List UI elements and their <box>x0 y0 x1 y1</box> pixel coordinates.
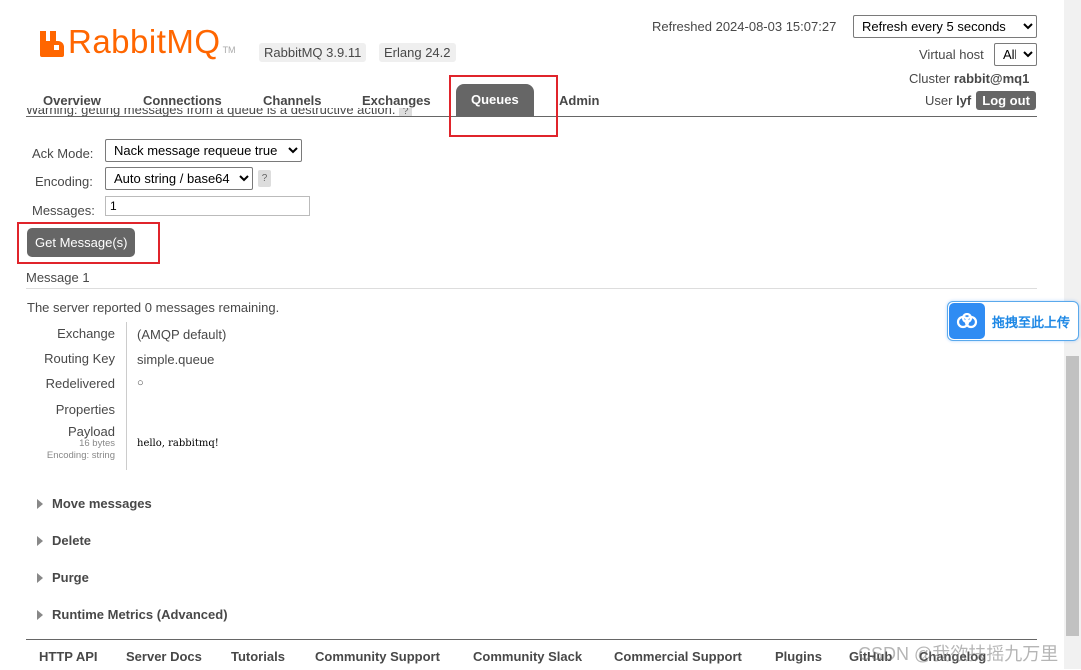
scrollbar-thumb[interactable] <box>1066 356 1079 636</box>
tab-overview[interactable]: Overview <box>43 93 101 108</box>
get-messages-highlight <box>17 222 160 264</box>
messages-label: Messages: <box>32 203 95 218</box>
virtual-host-label: Virtual host <box>919 47 984 62</box>
details-divider <box>126 322 127 470</box>
section-title: Move messages <box>52 496 152 511</box>
footer-link-commercial-support[interactable]: Commercial Support <box>614 649 742 664</box>
ack-mode-select[interactable]: Nack message requeue true <box>105 139 302 162</box>
routing-key-value: simple.queue <box>137 352 215 367</box>
server-report-prefix: The server reported <box>27 300 142 315</box>
exchange-label: Exchange <box>57 326 115 341</box>
expand-triangle-icon <box>37 498 43 509</box>
section-title: Runtime Metrics (Advanced) <box>52 607 228 622</box>
payload-encoding: Encoding: string <box>46 450 115 461</box>
footer-link-server-docs[interactable]: Server Docs <box>126 649 202 664</box>
message-heading: Message 1 <box>26 270 1037 289</box>
encoding-help-icon[interactable]: ? <box>258 170 271 187</box>
refresh-interval-select[interactable]: Refresh every 5 seconds <box>853 15 1037 38</box>
virtual-host-select[interactable]: All <box>994 43 1037 66</box>
footer-link-plugins[interactable]: Plugins <box>775 649 822 664</box>
properties-label: Properties <box>55 402 115 417</box>
encoding-select[interactable]: Auto string / base64 <box>105 167 253 190</box>
erlang-badge: Erlang 24.2 <box>379 43 456 62</box>
redelivered-label: Redelivered <box>45 376 115 391</box>
server-report: The server reported 0 messages remaining… <box>27 300 279 315</box>
queues-tab-highlight <box>449 75 558 137</box>
tab-admin[interactable]: Admin <box>559 93 599 108</box>
tab-channels[interactable]: Channels <box>263 93 322 108</box>
remaining-count: 0 <box>144 300 153 315</box>
tab-exchanges[interactable]: Exchanges <box>362 93 431 108</box>
payload-label: Payload <box>68 424 115 439</box>
section-purge[interactable]: Purge <box>37 570 89 585</box>
section-title: Delete <box>52 533 92 548</box>
payload-bytes: 16 bytes <box>79 438 115 449</box>
encoding-label: Encoding: <box>35 174 93 189</box>
version-badge: RabbitMQ 3.9.11 <box>259 43 367 62</box>
redelivered-value: ○ <box>137 377 144 389</box>
exchange-value: (AMQP default) <box>137 327 227 342</box>
tab-connections[interactable]: Connections <box>143 93 222 108</box>
expand-triangle-icon <box>37 535 43 546</box>
footer-link-tutorials[interactable]: Tutorials <box>231 649 285 664</box>
server-report-suffix: messages remaining. <box>155 300 280 315</box>
routing-key-label: Routing Key <box>44 351 115 366</box>
csdn-watermark: CSDN @我欲扶摇九万里 <box>858 644 1059 664</box>
payload-value: hello, rabbitmq! <box>137 438 219 449</box>
upload-widget-label: 拖拽至此上传 <box>992 314 1071 330</box>
section-runtime-metrics[interactable]: Runtime Metrics (Advanced) <box>37 607 228 622</box>
footer-link-http-api[interactable]: HTTP API <box>39 649 98 664</box>
rabbitmq-logo[interactable]: RabbitMQ TM <box>38 23 236 60</box>
drag-upload-widget[interactable]: 拖拽至此上传 <box>947 301 1079 341</box>
logo-trademark: TM <box>222 45 236 55</box>
refreshed-timestamp: Refreshed 2024-08-03 15:07:27 <box>652 19 837 34</box>
logo-text: RabbitMQ <box>68 23 221 60</box>
footer-link-community-support[interactable]: Community Support <box>315 649 440 664</box>
expand-triangle-icon <box>37 609 43 620</box>
expand-triangle-icon <box>37 572 43 583</box>
cloud-upload-icon <box>949 303 985 339</box>
footer-link-community-slack[interactable]: Community Slack <box>473 649 582 664</box>
ack-mode-label: Ack Mode: <box>32 146 94 161</box>
messages-count-input[interactable] <box>105 196 310 216</box>
section-title: Purge <box>52 570 89 585</box>
section-move-messages[interactable]: Move messages <box>37 496 152 511</box>
section-delete[interactable]: Delete <box>37 533 91 548</box>
rabbit-logo-icon <box>38 29 66 57</box>
